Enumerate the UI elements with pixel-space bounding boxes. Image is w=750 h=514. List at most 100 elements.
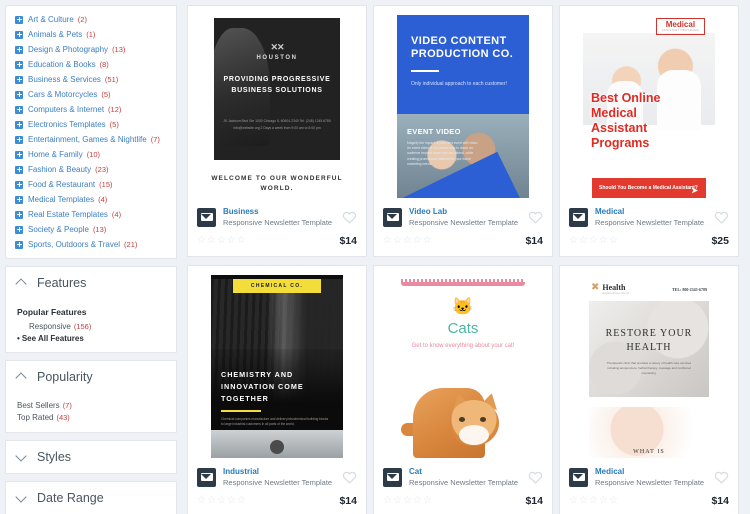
category-item-food-restaurant[interactable]: Food & Restaurant (15) bbox=[6, 177, 176, 192]
star-icon[interactable]: ☆ bbox=[237, 495, 246, 507]
plus-checkbox-icon[interactable] bbox=[15, 165, 23, 174]
plus-checkbox-icon[interactable] bbox=[15, 15, 23, 24]
category-item-sports-outdoors-travel[interactable]: Sports, Outdoors & Travel (21) bbox=[6, 237, 176, 252]
rating-stars[interactable]: ☆ ☆ ☆ ☆ ☆ bbox=[569, 495, 618, 507]
rating-stars[interactable]: ☆ ☆ ☆ ☆ ☆ bbox=[197, 495, 246, 507]
styles-filter-panel[interactable]: Styles bbox=[5, 440, 177, 474]
category-item-entertainment-games-nightlife[interactable]: Entertainment, Games & Nightlife (7) bbox=[6, 132, 176, 147]
product-card[interactable]: ✕✕ HOUSTON PROVIDING PROGRESSIVE BUSINES… bbox=[187, 5, 367, 257]
plus-checkbox-icon[interactable] bbox=[15, 210, 23, 219]
plus-checkbox-icon[interactable] bbox=[15, 240, 23, 249]
plus-checkbox-icon[interactable] bbox=[15, 30, 23, 39]
favorite-heart-icon[interactable] bbox=[342, 470, 357, 485]
plus-checkbox-icon[interactable] bbox=[15, 45, 23, 54]
star-icon[interactable]: ☆ bbox=[403, 495, 412, 507]
star-icon[interactable]: ☆ bbox=[237, 235, 246, 247]
star-icon[interactable]: ☆ bbox=[227, 235, 236, 247]
date-range-filter-panel[interactable]: Date Range bbox=[5, 481, 177, 514]
star-icon[interactable]: ☆ bbox=[569, 235, 578, 247]
star-icon[interactable]: ☆ bbox=[393, 495, 402, 507]
category-item-animals-pets[interactable]: Animals & Pets (1) bbox=[6, 27, 176, 42]
rating-stars[interactable]: ☆ ☆ ☆ ☆ ☆ bbox=[383, 495, 432, 507]
product-thumbnail[interactable]: Medical ASSISTANT PROGRAMS Best Online M… bbox=[560, 6, 738, 198]
favorite-heart-icon[interactable] bbox=[528, 210, 543, 225]
plus-checkbox-icon[interactable] bbox=[15, 135, 23, 144]
plus-checkbox-icon[interactable] bbox=[15, 90, 23, 99]
favorite-heart-icon[interactable] bbox=[342, 210, 357, 225]
star-icon[interactable]: ☆ bbox=[413, 495, 422, 507]
plus-checkbox-icon[interactable] bbox=[15, 225, 23, 234]
star-icon[interactable]: ☆ bbox=[423, 495, 432, 507]
star-icon[interactable]: ☆ bbox=[197, 235, 206, 247]
popularity-item-top-rated[interactable]: Top Rated (43) bbox=[17, 411, 176, 423]
plus-checkbox-icon[interactable] bbox=[15, 180, 23, 189]
star-icon[interactable]: ☆ bbox=[383, 235, 392, 247]
product-title-link[interactable]: Cat bbox=[409, 466, 528, 477]
category-item-society-people[interactable]: Society & People (13) bbox=[6, 222, 176, 237]
product-title-link[interactable]: Business bbox=[223, 206, 342, 217]
star-icon[interactable]: ☆ bbox=[609, 235, 618, 247]
star-icon[interactable]: ☆ bbox=[579, 495, 588, 507]
popularity-item-best-sellers[interactable]: Best Sellers (7) bbox=[17, 399, 176, 411]
favorite-heart-icon[interactable] bbox=[528, 470, 543, 485]
styles-section-header[interactable]: Styles bbox=[6, 441, 176, 473]
category-item-business-services[interactable]: Business & Services (51) bbox=[6, 72, 176, 87]
star-icon[interactable]: ☆ bbox=[589, 235, 598, 247]
star-icon[interactable]: ☆ bbox=[589, 495, 598, 507]
product-card[interactable]: ✖ Health Acupuncture Clinic TEL: 800-234… bbox=[559, 265, 739, 514]
see-all-features-link[interactable]: • See All Features bbox=[17, 332, 176, 343]
product-title-link[interactable]: Industrial bbox=[223, 466, 342, 477]
product-card[interactable]: Medical ASSISTANT PROGRAMS Best Online M… bbox=[559, 5, 739, 257]
rating-stars[interactable]: ☆ ☆ ☆ ☆ ☆ bbox=[383, 235, 432, 247]
popularity-section-header[interactable]: Popularity bbox=[6, 361, 176, 393]
product-card[interactable]: VIDEO CONTENT PRODUCTION CO. Only indivi… bbox=[373, 5, 553, 257]
date-range-section-header[interactable]: Date Range bbox=[6, 482, 176, 514]
product-thumbnail[interactable]: 🐱 Cats Get to know everything about your… bbox=[374, 266, 552, 458]
star-icon[interactable]: ☆ bbox=[609, 495, 618, 507]
star-icon[interactable]: ☆ bbox=[413, 235, 422, 247]
product-title-link[interactable]: Medical bbox=[595, 206, 714, 217]
category-item-real-estate-templates[interactable]: Real Estate Templates (4) bbox=[6, 207, 176, 222]
star-icon[interactable]: ☆ bbox=[227, 495, 236, 507]
plus-checkbox-icon[interactable] bbox=[15, 60, 23, 69]
star-icon[interactable]: ☆ bbox=[217, 235, 226, 247]
product-thumbnail[interactable]: CHEMICAL CO. CHEMISTRY AND INNOVATION CO… bbox=[188, 266, 366, 458]
favorite-heart-icon[interactable] bbox=[714, 210, 729, 225]
rating-stars[interactable]: ☆ ☆ ☆ ☆ ☆ bbox=[197, 235, 246, 247]
star-icon[interactable]: ☆ bbox=[403, 235, 412, 247]
product-thumbnail[interactable]: VIDEO CONTENT PRODUCTION CO. Only indivi… bbox=[374, 6, 552, 198]
category-item-art-culture[interactable]: Art & Culture (2) bbox=[6, 12, 176, 27]
rating-stars[interactable]: ☆ ☆ ☆ ☆ ☆ bbox=[569, 235, 618, 247]
star-icon[interactable]: ☆ bbox=[207, 235, 216, 247]
star-icon[interactable]: ☆ bbox=[383, 495, 392, 507]
product-thumbnail[interactable]: ✕✕ HOUSTON PROVIDING PROGRESSIVE BUSINES… bbox=[188, 6, 366, 198]
plus-checkbox-icon[interactable] bbox=[15, 105, 23, 114]
plus-checkbox-icon[interactable] bbox=[15, 120, 23, 129]
category-item-fashion-beauty[interactable]: Fashion & Beauty (23) bbox=[6, 162, 176, 177]
star-icon[interactable]: ☆ bbox=[217, 495, 226, 507]
star-icon[interactable]: ☆ bbox=[423, 235, 432, 247]
category-item-medical-templates[interactable]: Medical Templates (4) bbox=[6, 192, 176, 207]
category-item-education-books[interactable]: Education & Books (8) bbox=[6, 57, 176, 72]
star-icon[interactable]: ☆ bbox=[393, 235, 402, 247]
category-item-cars-motorcycles[interactable]: Cars & Motorcycles (5) bbox=[6, 87, 176, 102]
favorite-heart-icon[interactable] bbox=[714, 470, 729, 485]
star-icon[interactable]: ☆ bbox=[599, 495, 608, 507]
star-icon[interactable]: ☆ bbox=[569, 495, 578, 507]
plus-checkbox-icon[interactable] bbox=[15, 75, 23, 84]
product-thumbnail[interactable]: ✖ Health Acupuncture Clinic TEL: 800-234… bbox=[560, 266, 738, 458]
star-icon[interactable]: ☆ bbox=[599, 235, 608, 247]
category-item-computers-internet[interactable]: Computers & Internet (12) bbox=[6, 102, 176, 117]
plus-checkbox-icon[interactable] bbox=[15, 150, 23, 159]
star-icon[interactable]: ☆ bbox=[579, 235, 588, 247]
product-card[interactable]: CHEMICAL CO. CHEMISTRY AND INNOVATION CO… bbox=[187, 265, 367, 514]
plus-checkbox-icon[interactable] bbox=[15, 195, 23, 204]
product-title-link[interactable]: Medical bbox=[595, 466, 714, 477]
category-item-design-photography[interactable]: Design & Photography (13) bbox=[6, 42, 176, 57]
star-icon[interactable]: ☆ bbox=[197, 495, 206, 507]
feature-item-responsive[interactable]: Responsive (156) bbox=[17, 320, 176, 332]
product-title-link[interactable]: Video Lab bbox=[409, 206, 528, 217]
category-item-electronics-templates[interactable]: Electronics Templates (5) bbox=[6, 117, 176, 132]
features-section-header[interactable]: Features bbox=[6, 267, 176, 299]
product-card[interactable]: 🐱 Cats Get to know everything about your… bbox=[373, 265, 553, 514]
